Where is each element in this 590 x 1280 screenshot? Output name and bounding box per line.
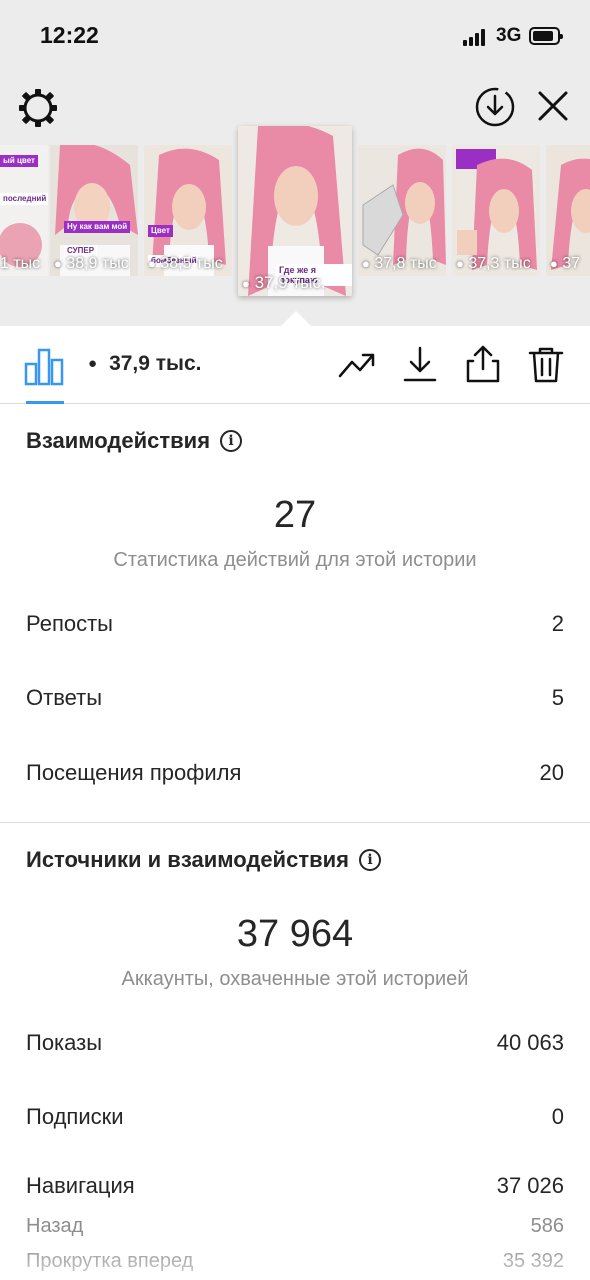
story-thumbnail[interactable]: Цвет бомбезный ● 38,5 тыс [144, 145, 232, 276]
stat-row-reposts: Репосты 2 [26, 611, 564, 636]
trend-icon[interactable] [337, 344, 377, 384]
story-thumbnail[interactable]: ● 37 [546, 145, 590, 276]
discovery-total: 37 964 [236, 913, 354, 955]
story-view-count: ● 38,9 тыс [54, 255, 129, 272]
eye-icon: ● [362, 256, 370, 271]
story-view-count: 1 тыс [0, 255, 41, 272]
story-view-count: ● 37,9 тыс. [242, 273, 326, 292]
story-thumbnail[interactable]: ый цвет последний 1 тыс [0, 145, 48, 276]
interactions-subtitle: Статистика действий для этой истории [113, 549, 477, 571]
story-preview-area: 12:22 3G ый цвет последний 1 тыс Ну как … [0, 0, 590, 326]
story-thumbnail-strip: ый цвет последний 1 тыс Ну как вам мой С… [0, 120, 590, 310]
eye-icon: ● [54, 256, 62, 271]
eye-icon: ● [148, 256, 156, 271]
discovery-section: Источники и взаимодействия i 37 964 Аккау… [0, 823, 590, 1280]
info-icon[interactable]: i [220, 430, 243, 452]
stat-row-forward: Прокрутка вперед 35 392 [26, 1250, 564, 1272]
story-thumbnail[interactable]: ● 37,3 тыс [452, 145, 540, 276]
info-icon[interactable]: i [358, 849, 381, 871]
discovery-title: Источники и взаимодействия i [26, 847, 381, 874]
story-view-count: ● 38,5 тыс [148, 255, 223, 272]
discovery-subtitle: Аккаунты, охваченные этой историей [121, 968, 469, 990]
interactions-section: Взаимодействия i 27 Статистика действий д… [0, 404, 590, 822]
stat-row-back: Назад 586 [26, 1215, 564, 1237]
stat-row-follows: Подписки 0 [26, 1104, 564, 1129]
status-time: 12:22 [40, 22, 99, 48]
story-thumbnail-selected[interactable]: Где же я покупаю ● 37,9 тыс. [238, 126, 352, 296]
trash-icon[interactable] [526, 344, 566, 384]
battery-icon [529, 27, 563, 45]
selection-pointer [281, 311, 311, 326]
eye-icon: ● [242, 276, 250, 291]
network-type: 3G [496, 25, 522, 46]
story-view-count: ● 37,3 тыс [456, 255, 531, 272]
story-view-count: ● 37 [550, 255, 581, 272]
close-icon[interactable] [535, 88, 571, 124]
stat-row-profile-visits: Посещения профиля 20 [26, 760, 564, 785]
story-thumbnail[interactable]: Ну как вам мой СУПЕР ● 38,9 тыс [50, 145, 138, 276]
interactions-title: Взаимодействия i [26, 428, 243, 455]
story-thumbnail[interactable]: ● 37,8 тыс [358, 145, 446, 276]
bar-chart-icon[interactable] [22, 346, 66, 386]
insights-toolbar: ● 37,9 тыс. [0, 326, 590, 404]
share-icon[interactable] [463, 344, 503, 384]
interactions-total: 27 [273, 494, 317, 536]
signal-icon [463, 28, 489, 46]
eye-icon: ● [550, 256, 558, 271]
stat-row-impressions: Показы 40 063 [26, 1030, 564, 1055]
status-bar: 12:22 3G [0, 0, 590, 72]
eye-icon: ● [88, 355, 98, 372]
stat-row-replies: Ответы 5 [26, 685, 564, 710]
eye-icon: ● [456, 256, 464, 271]
download-icon[interactable] [400, 344, 440, 384]
views-count: ● 37,9 тыс. [88, 352, 202, 375]
stat-row-navigation: Навигация 37 026 [26, 1173, 564, 1198]
story-view-count: ● 37,8 тыс [362, 255, 437, 272]
